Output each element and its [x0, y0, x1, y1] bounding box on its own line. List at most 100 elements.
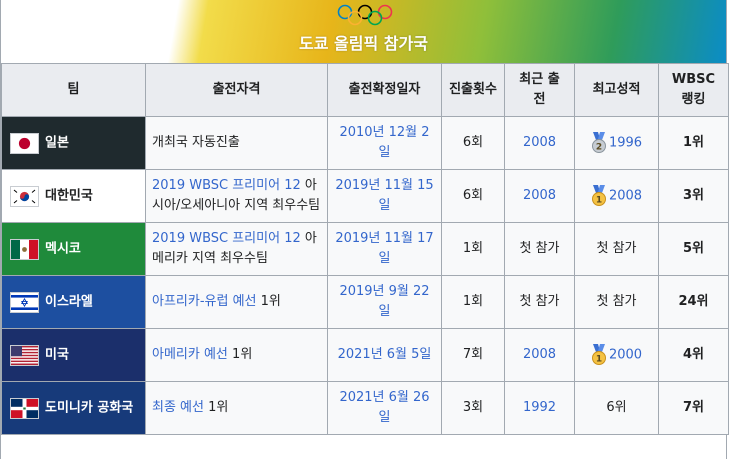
best-result-link[interactable]: 2000: [609, 348, 642, 363]
confirm-date-cell: 2021년 6월 26일: [327, 381, 442, 435]
svg-text:1: 1: [596, 354, 602, 364]
ranking-cell: 24위: [658, 275, 729, 329]
recent-cell: 2008: [504, 169, 575, 223]
appearances-cell: 6회: [441, 116, 505, 170]
qualification-link[interactable]: 아메리카 예선: [152, 347, 228, 362]
header-recent[interactable]: 최근 출전: [504, 63, 575, 117]
confirm-date-cell: 2019년 11월 15일: [327, 169, 442, 223]
qualification-link[interactable]: 2019 WBSC 프리미어 12: [152, 178, 301, 193]
confirm-date-link[interactable]: 2019년 11월 17일: [335, 231, 433, 266]
best-result-text: 6위: [606, 400, 627, 415]
header-row: 팀 출전자격 출전확정일자 진출횟수 최근 출전 최고성적 WBSC 랭킹: [1, 63, 729, 117]
recent-link[interactable]: 2008: [523, 347, 556, 362]
qualification-text: 1위: [260, 294, 281, 309]
appearances-cell: 1회: [441, 275, 505, 329]
confirm-date-link[interactable]: 2019년 9월 22일: [339, 284, 429, 319]
best-result-cell: 첫 참가: [574, 222, 659, 276]
table-row: 미국 아메리카 예선 1위 2021년 6월 5일 7회 2008 1 2000 4위: [1, 328, 729, 382]
team-name: 이스라엘: [45, 294, 93, 309]
best-result-cell: 1 2000: [574, 328, 659, 382]
table-row: 대한민국 2019 WBSC 프리미어 12 아시아/오세아니아 지역 최우수팀 2…: [1, 169, 729, 223]
appearances-cell: 6회: [441, 169, 505, 223]
confirm-date-cell: 2021년 6월 5일: [327, 328, 442, 382]
recent-cell: 1992: [504, 381, 575, 435]
recent-text: 첫 참가: [519, 241, 560, 256]
recent-cell: 첫 참가: [504, 275, 575, 329]
ranking-cell: 4위: [658, 328, 729, 382]
best-result-cell: 2 1996: [574, 116, 659, 170]
dominican-flag-icon: [10, 397, 39, 419]
header-appearances[interactable]: 진출횟수: [441, 63, 505, 117]
qualification-cell: 2019 WBSC 프리미어 12 아메리카 지역 최우수팀: [145, 222, 328, 276]
header-confirm-date[interactable]: 출전확정일자: [327, 63, 442, 117]
team-cell[interactable]: 미국: [1, 328, 146, 382]
confirm-date-link[interactable]: 2010년 12월 2일: [339, 125, 429, 160]
confirm-date-link[interactable]: 2021년 6월 26일: [339, 390, 429, 425]
best-result-cell: 1 2008: [574, 169, 659, 223]
header-ranking-line2: 랭킹: [681, 92, 706, 107]
best-result-cell: 6위: [574, 381, 659, 435]
qualification-cell: 아메리카 예선 1위: [145, 328, 328, 382]
confirm-date-link[interactable]: 2019년 11월 15일: [335, 178, 433, 213]
recent-link[interactable]: 2008: [523, 188, 556, 203]
team-cell[interactable]: 멕시코: [1, 222, 146, 276]
team-name: 대한민국: [45, 188, 93, 203]
olympic-rings-icon: [337, 4, 393, 26]
mexico-flag-icon: [10, 238, 39, 260]
recent-text: 첫 참가: [519, 294, 560, 309]
recent-link[interactable]: 2008: [523, 135, 556, 150]
recent-cell: 2008: [504, 328, 575, 382]
participants-table: 팀 출전자격 출전확정일자 진출횟수 최근 출전 최고성적 WBSC 랭킹 일본 개…: [1, 63, 729, 435]
best-result-link[interactable]: 2008: [609, 189, 642, 204]
confirm-date-cell: 2010년 12월 2일: [327, 116, 442, 170]
header-team[interactable]: 팀: [1, 63, 146, 117]
table-row: 멕시코 2019 WBSC 프리미어 12 아메리카 지역 최우수팀 2019년 1…: [1, 222, 729, 276]
header-ranking-line1: WBSC: [671, 72, 716, 87]
qualification-text: 1위: [232, 347, 253, 362]
qualification-link[interactable]: 아프리카-유럽 예선: [152, 294, 257, 309]
table-row: 일본 개최국 자동진출 2010년 12월 2일 6회 2008 2 1996 1위: [1, 116, 729, 170]
gold-medal-icon: 1: [591, 344, 606, 365]
israel-flag-icon: [10, 291, 39, 313]
qualification-text: 개최국 자동진출: [152, 135, 240, 150]
header-ranking[interactable]: WBSC 랭킹: [658, 63, 729, 117]
qualification-link[interactable]: 2019 WBSC 프리미어 12: [152, 231, 301, 246]
olympic-participants-infobox: 도쿄 올림픽 참가국 팀 출전자격 출전확정일자 진출횟수 최근 출전 최고성적…: [0, 0, 729, 459]
recent-cell: 첫 참가: [504, 222, 575, 276]
qualification-link[interactable]: 최종 예선: [152, 400, 204, 415]
recent-link[interactable]: 1992: [523, 400, 556, 415]
qualification-cell: 개최국 자동진출: [145, 116, 328, 170]
qualification-cell: 최종 예선 1위: [145, 381, 328, 435]
svg-text:2: 2: [596, 142, 602, 152]
korea-flag-icon: [10, 185, 39, 207]
header-recent-line2: 전: [533, 92, 546, 107]
ranking-cell: 5위: [658, 222, 729, 276]
recent-cell: 2008: [504, 116, 575, 170]
team-cell[interactable]: 일본: [1, 116, 146, 170]
team-cell[interactable]: 이스라엘: [1, 275, 146, 329]
japan-flag-icon: [10, 132, 39, 154]
team-name: 일본: [45, 135, 69, 150]
usa-flag-icon: [10, 344, 39, 366]
team-cell[interactable]: 대한민국: [1, 169, 146, 223]
ranking-cell: 1위: [658, 116, 729, 170]
header-best[interactable]: 최고성적: [574, 63, 659, 117]
confirm-date-link[interactable]: 2021년 6월 5일: [338, 347, 432, 362]
header-qualification[interactable]: 출전자격: [145, 63, 328, 117]
silver-medal-icon: 2: [591, 132, 606, 153]
confirm-date-cell: 2019년 9월 22일: [327, 275, 442, 329]
ranking-cell: 3위: [658, 169, 729, 223]
table-row: 이스라엘 아프리카-유럽 예선 1위 2019년 9월 22일 1회 첫 참가 첫 참가 2…: [1, 275, 729, 329]
qualification-text: 1위: [208, 400, 229, 415]
table-row: 도미니카 공화국 최종 예선 1위 2021년 6월 26일 3회 1992 6위 7위: [1, 381, 729, 435]
appearances-cell: 1회: [441, 222, 505, 276]
team-cell[interactable]: 도미니카 공화국: [1, 381, 146, 435]
team-name: 멕시코: [45, 241, 81, 256]
best-result-text: 첫 참가: [596, 241, 637, 256]
appearances-cell: 3회: [441, 381, 505, 435]
best-result-text: 첫 참가: [596, 294, 637, 309]
best-result-link[interactable]: 1996: [609, 136, 642, 151]
table-banner: 도쿄 올림픽 참가국: [1, 0, 726, 63]
qualification-cell: 2019 WBSC 프리미어 12 아시아/오세아니아 지역 최우수팀: [145, 169, 328, 223]
best-result-cell: 첫 참가: [574, 275, 659, 329]
